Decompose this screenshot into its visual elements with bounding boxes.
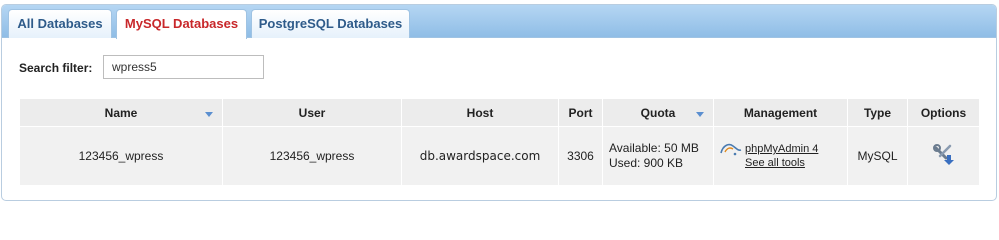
column-header-type: Type [847, 98, 908, 127]
column-header-quota[interactable]: Quota [602, 98, 714, 127]
db-name-cell: 123456_wpress [19, 126, 223, 186]
db-type-cell: MySQL [847, 126, 908, 186]
db-quota-cell: Available: 50 MB Used: 900 KB [602, 126, 714, 186]
db-host-cell: db.awardspace.com [401, 126, 559, 186]
sort-arrow-icon[interactable] [205, 112, 213, 117]
tab-all-databases[interactable]: All Databases [8, 9, 112, 38]
db-port-cell: 3306 [558, 126, 603, 186]
column-header-port: Port [558, 98, 603, 127]
column-header-host: Host [401, 98, 559, 127]
db-options-cell [907, 126, 980, 186]
db-management-cell: phpMyAdmin 4 See all tools [713, 126, 848, 186]
tools-download-icon[interactable] [932, 143, 956, 170]
sort-arrow-icon[interactable] [696, 112, 704, 117]
column-header-name[interactable]: Name [19, 98, 223, 127]
db-user-cell: 123456_wpress [222, 126, 402, 186]
column-header-management: Management [713, 98, 848, 127]
search-input[interactable] [103, 55, 264, 79]
databases-table: Name User Host Port Quota Management Typ… [19, 98, 980, 186]
column-header-user: User [222, 98, 402, 127]
column-header-options: Options [907, 98, 980, 127]
quota-available: Available: 50 MB [609, 141, 699, 155]
tab-mysql-databases[interactable]: MySQL Databases [116, 9, 247, 39]
search-filter-label: Search filter: [19, 61, 93, 75]
quota-used: Used: 900 KB [609, 156, 684, 170]
table-header-row: Name User Host Port Quota Management Typ… [19, 98, 980, 127]
tab-postgresql-databases[interactable]: PostgreSQL Databases [251, 9, 410, 38]
tab-bar: All Databases MySQL Databases PostgreSQL… [2, 5, 996, 39]
table-row: 123456_wpress 123456_wpress db.awardspac… [19, 126, 980, 186]
column-header-name-label: Name [104, 105, 138, 120]
phpmyadmin-logo-icon [720, 143, 742, 156]
column-header-quota-label: Quota [640, 105, 676, 120]
